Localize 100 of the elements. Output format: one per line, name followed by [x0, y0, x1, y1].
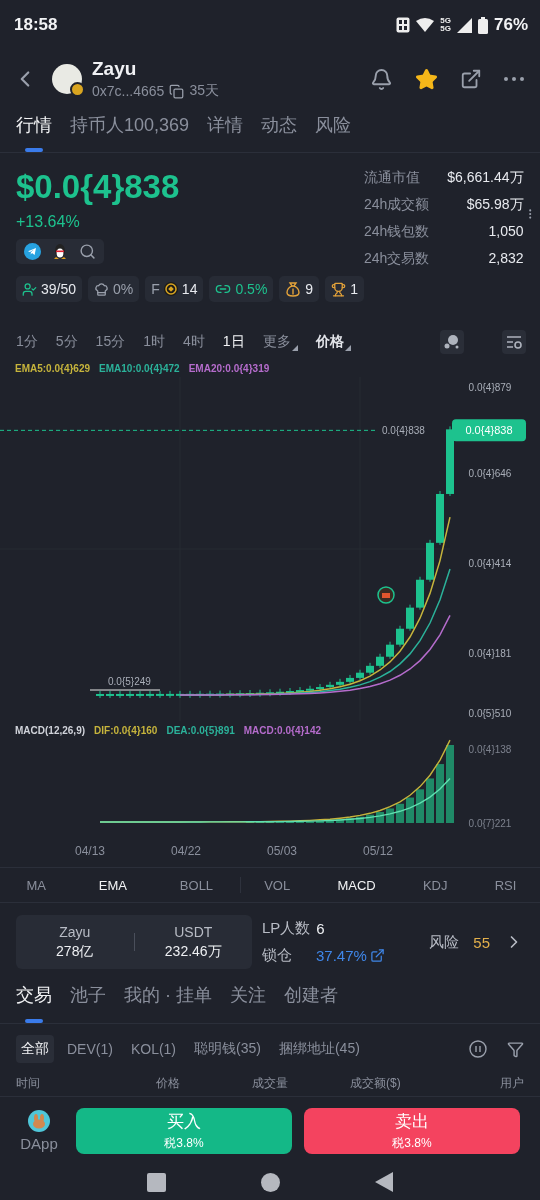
indicator-tab[interactable]: EMA: [98, 877, 127, 893]
ema-legend: EMA20:0.0{4}319: [188, 362, 270, 374]
copy-icon[interactable]: [169, 83, 185, 99]
pool-amount: 278亿: [56, 942, 94, 961]
tab[interactable]: 风险: [315, 108, 352, 152]
badge-text: 1: [350, 281, 358, 297]
telegram-icon[interactable]: [24, 243, 41, 260]
indicator-tab[interactable]: KDJ: [422, 877, 448, 893]
low-price-line: [89, 689, 161, 691]
sell-button[interactable]: 卖出 税3.8%: [304, 1107, 520, 1154]
status-time: 18:58: [14, 15, 58, 35]
trade-marker-icon: [377, 586, 395, 604]
buy-button[interactable]: 买入 税3.8%: [76, 1107, 292, 1154]
date-label: 05/12: [362, 844, 394, 858]
indicator-tab[interactable]: MA: [26, 877, 46, 893]
macd-bar: [326, 820, 334, 823]
user-icon: [22, 281, 37, 297]
tab[interactable]: 我的 · 挂单: [124, 977, 212, 1023]
tab[interactable]: 关注: [230, 977, 266, 1023]
tab[interactable]: 创建者: [284, 977, 338, 1023]
badge-text: 39/50: [41, 281, 77, 297]
macd-bar: [376, 812, 384, 823]
axis-label: 0.0{5}510: [468, 708, 512, 719]
indicator-tab[interactable]: VOL: [264, 877, 291, 893]
interval-tab[interactable]: 5分: [55, 333, 78, 351]
indicator-tab[interactable]: MACD: [337, 877, 376, 893]
token-address: 0x7c...4665: [92, 83, 165, 99]
recents-button[interactable]: [147, 1172, 167, 1192]
macd-legend: DIF:0.0{4}160: [94, 724, 158, 736]
coin-icon: [163, 282, 178, 296]
stat-label: 流通市值: [363, 169, 420, 187]
filter-chip[interactable]: 全部: [16, 1035, 54, 1063]
filter-chip[interactable]: KOL(1): [125, 1036, 182, 1062]
tab[interactable]: 动态: [261, 108, 298, 152]
interval-tab[interactable]: 更多: [262, 333, 298, 351]
risk-button[interactable]: 风险 55: [429, 932, 524, 952]
sim-icon: [396, 17, 411, 33]
filter-icon: [507, 1040, 524, 1058]
settings-icon: [506, 335, 522, 349]
pause-icon: [469, 1040, 487, 1058]
candlestick: [96, 690, 104, 699]
last-price-label: 0.0{4}838: [382, 425, 425, 437]
candlestick: [226, 689, 234, 698]
ema-legend: EMA10:0.0{4}472: [99, 362, 180, 374]
candlestick: [146, 690, 154, 699]
candlestick: [206, 690, 214, 699]
tab[interactable]: 交易: [16, 977, 52, 1023]
indicator-tab[interactable]: RSI: [494, 877, 517, 893]
chart-settings-button[interactable]: [502, 330, 526, 354]
column-header: 成交量: [252, 1074, 289, 1092]
bubbles-icon: [444, 335, 460, 349]
tab[interactable]: 池子: [70, 977, 106, 1023]
pause-button[interactable]: [467, 1038, 489, 1060]
interval-tab[interactable]: 15分: [95, 333, 126, 351]
chain-badge-icon: [70, 82, 85, 97]
penguin-icon[interactable]: [53, 243, 67, 260]
signal-icon: [456, 17, 472, 33]
dapp-button[interactable]: DApp: [14, 1109, 64, 1152]
home-button[interactable]: [261, 1172, 280, 1192]
candlestick: [176, 690, 184, 699]
candlestick: [436, 490, 444, 546]
axis-label: 0.0{4}646: [468, 468, 512, 479]
chef-hat-icon: [94, 281, 110, 297]
candlestick: [106, 690, 114, 699]
interval-tab[interactable]: 4时: [182, 333, 205, 351]
network-type: 5G: [440, 17, 451, 25]
filter-chip[interactable]: 捆绑地址(45): [273, 1035, 365, 1063]
tab[interactable]: 行情: [16, 108, 52, 152]
filter-chip[interactable]: 聪明钱(35): [189, 1035, 266, 1063]
candlestick: [306, 685, 314, 694]
search-icon[interactable]: [79, 243, 96, 260]
stat-label: 24h成交额: [363, 196, 430, 214]
wifi-icon: [416, 18, 435, 32]
candlestick: [406, 604, 414, 632]
network-type: 5G: [440, 25, 451, 33]
tab[interactable]: 详情: [207, 108, 244, 152]
candlestick: [416, 576, 424, 611]
macd-bar: [356, 816, 364, 823]
interval-tab[interactable]: 1分: [16, 333, 38, 351]
macd-bar: [366, 814, 374, 823]
tab[interactable]: 持币人100,369: [70, 108, 190, 152]
pool-amount: 232.46万: [164, 942, 222, 961]
battery-level: 76%: [493, 15, 528, 35]
candlestick: [166, 690, 174, 699]
candlestick: [216, 690, 224, 699]
axis-label: 0.0{7}221: [468, 818, 512, 829]
chart-mode-dropdown[interactable]: 价格: [315, 333, 351, 351]
lock-link[interactable]: 37.47%: [316, 947, 385, 964]
macd-bar: [386, 808, 394, 823]
candlestick: [426, 539, 434, 583]
axis-label: 0.0{4}879: [468, 382, 512, 393]
interval-tab[interactable]: 1日: [222, 333, 245, 351]
more-button[interactable]: [502, 75, 526, 83]
badge-label: F: [151, 281, 160, 297]
indicator-tool-button[interactable]: [440, 330, 464, 354]
back-nav-button[interactable]: [374, 1172, 393, 1192]
filter-chip[interactable]: DEV(1): [62, 1036, 118, 1062]
indicator-tab[interactable]: BOLL: [179, 877, 214, 893]
money-bag-icon: [285, 281, 302, 297]
interval-tab[interactable]: 1时: [143, 333, 165, 351]
